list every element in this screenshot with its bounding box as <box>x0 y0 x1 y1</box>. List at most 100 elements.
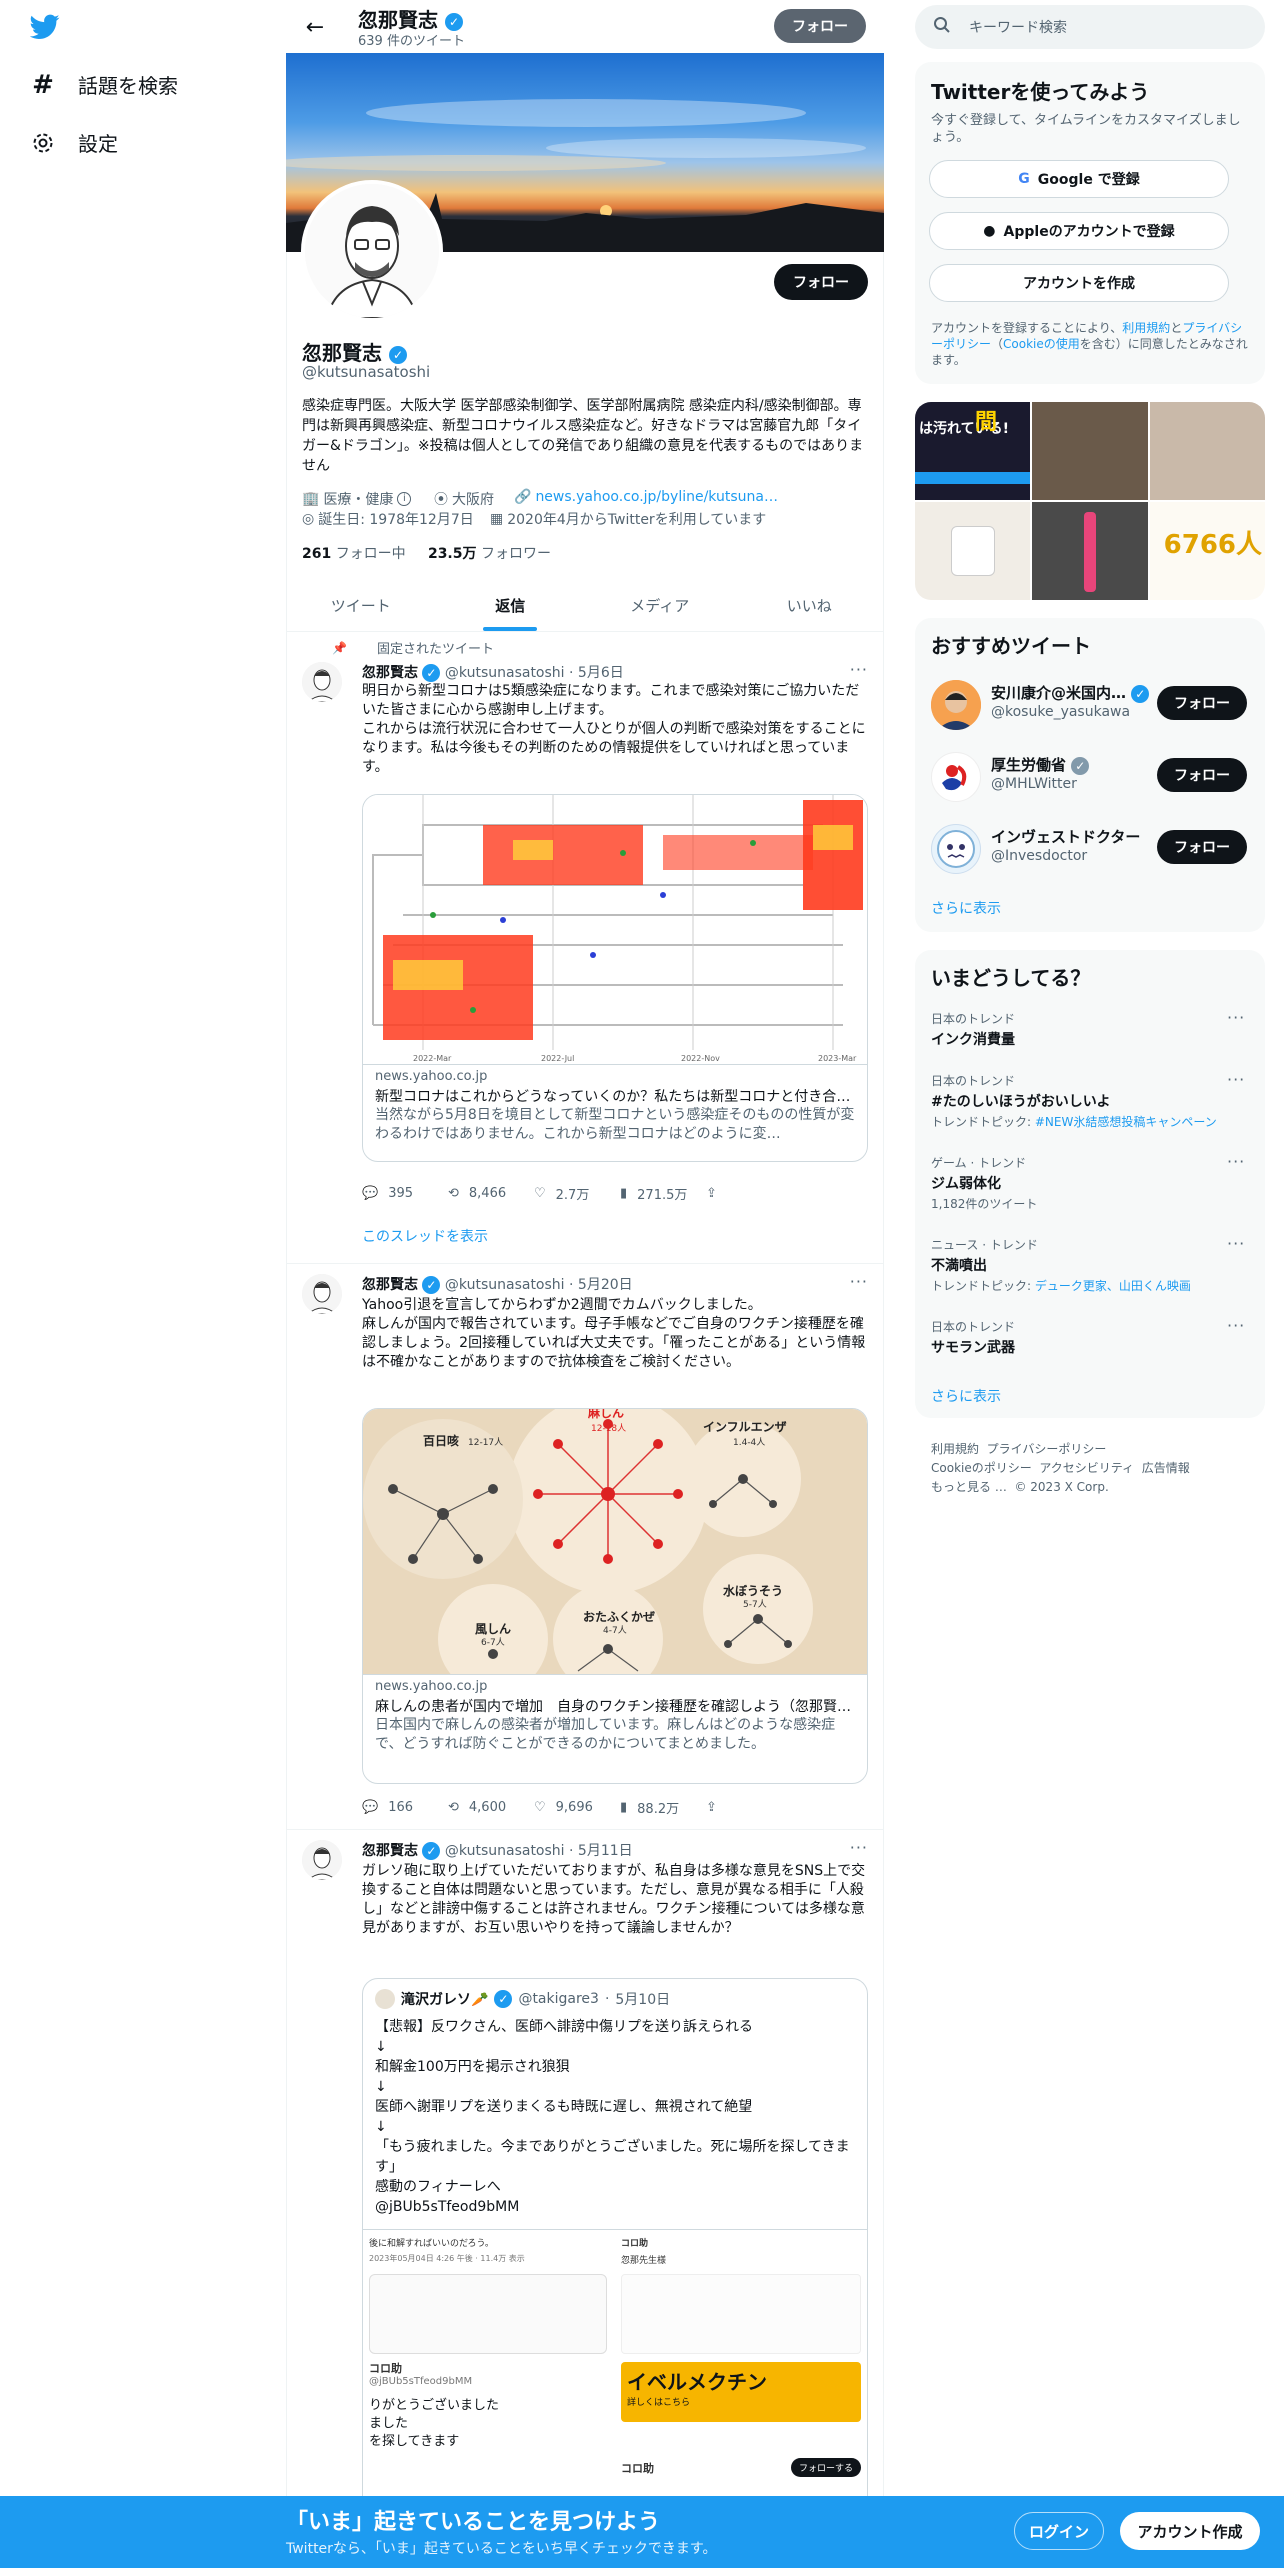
tab-likes[interactable]: いいね <box>735 580 885 631</box>
follow-stats: 261 フォロー中 23.5万 フォロワー <box>302 543 551 563</box>
tweet[interactable]: 忽那賢志 ✓ @kutsunasatoshi · 5月20日 ··· Yahoo… <box>286 1264 884 1830</box>
more-options-icon[interactable]: ··· <box>850 1838 868 1857</box>
views-button[interactable]: ▮ 88.2万 <box>620 1798 706 1817</box>
twitter-logo-icon[interactable] <box>30 14 60 40</box>
quote-image-left[interactable]: 後に和解すればいいのだろう。 2023年05月04日 4:26 午後 · 11.… <box>363 2230 615 2517</box>
reply-button[interactable]: 💬 166 <box>362 1798 448 1817</box>
terms-link[interactable]: 利用規約 <box>1122 321 1170 335</box>
show-more-link[interactable]: さらに表示 <box>931 898 1001 918</box>
label-pertussis: 百日咳 <box>423 1433 459 1448</box>
media-thumb-2[interactable] <box>1032 402 1148 500</box>
trend-item[interactable]: ニュース · トレンド 不満噴出 トレンドトピック: デューク更家、山田くん映画 <box>931 1236 1251 1294</box>
google-signup-button[interactable]: G Google で登録 <box>929 160 1229 198</box>
views-button[interactable]: ▮ 271.5万 <box>620 1184 706 1203</box>
show-thread-link[interactable]: このスレッドを表示 <box>362 1226 488 1246</box>
quote-tweet[interactable]: 滝沢ガレソ🥕 ✓ @takigare3 · 5月10日 【悲報】反ワクさん、医師へ誹謗… <box>362 1978 868 2518</box>
nav-settings-label: 設定 <box>78 132 118 156</box>
label-pertussis-n: 12-17人 <box>468 1437 503 1448</box>
tweet-actions: 💬 395 ⟲ 8,466 ♡ 2.7万 ▮ 271.5万 ⇪ <box>362 1184 792 1203</box>
cookie-link[interactable]: Cookieの使用 <box>1003 337 1080 351</box>
more-options-icon[interactable]: ··· <box>1227 1152 1245 1171</box>
trends-panel: いまどうしてる？ 日本のトレンド インク消費量 ··· 日本のトレンド #たのし… <box>915 950 1265 1418</box>
nav-settings[interactable]: 設定 <box>30 128 118 157</box>
trend-item[interactable]: 日本のトレンド サモラン武器 <box>931 1318 1251 1357</box>
trend-item[interactable]: 日本のトレンド インク消費量 <box>931 1010 1251 1049</box>
retweet-button[interactable]: ⟲ 8,466 <box>448 1184 534 1203</box>
media-thumb-3[interactable] <box>1149 402 1265 500</box>
card-domain: news.yahoo.co.jp <box>375 1679 488 1694</box>
card-title: 麻しんの患者が国内で増加 自身のワクチン接種歴を確認しよう（忽那賢志） <box>375 1699 865 1715</box>
media-thumb-4[interactable] <box>915 502 1031 600</box>
quote-image-right[interactable]: コロ助 忽那先生様 イベルメクチン 詳しくはこちら フォローする コロ助 <box>615 2230 867 2517</box>
profile-birthday: ◎ 誕生日: 1978年12月7日 <box>302 511 474 528</box>
footer-cookie[interactable]: Cookieのポリシー <box>931 1461 1032 1475</box>
show-more-link[interactable]: さらに表示 <box>931 1386 1001 1406</box>
like-button[interactable]: ♡ 9,696 <box>534 1798 620 1817</box>
profile-website[interactable]: 🔗 news.yahoo.co.jp/byline/kutsuna… <box>514 489 778 505</box>
more-options-icon[interactable]: ··· <box>1227 1234 1245 1253</box>
tweet-avatar[interactable] <box>302 1274 342 1314</box>
like-button[interactable]: ♡ 2.7万 <box>534 1184 620 1203</box>
more-options-icon[interactable]: ··· <box>850 1272 868 1291</box>
bottom-subtitle: Twitterなら、「いま」起きていることをいち早くチェックできます。 <box>286 2541 717 2557</box>
link-card[interactable]: 麻しん 百日咳 インフルエンザ 水ぼうそう 風しん おたふくかぜ 12-18人 … <box>362 1408 868 1784</box>
user-avatar[interactable] <box>931 824 981 874</box>
tweet-avatar[interactable] <box>302 662 342 702</box>
more-options-icon[interactable]: ··· <box>1227 1316 1245 1335</box>
tab-replies[interactable]: 返信 <box>436 580 586 631</box>
footer-terms[interactable]: 利用規約 <box>931 1442 979 1456</box>
apple-icon: ● <box>983 223 996 239</box>
label-chickenpox: 水ぼうそう <box>723 1583 783 1598</box>
footer-ads[interactable]: 広告情報 <box>1142 1461 1190 1475</box>
trend-item[interactable]: 日本のトレンド #たのしいほうがおいしいよ トレンドトピック: #NEW氷結感想… <box>931 1072 1251 1130</box>
media-thumb-5[interactable] <box>1032 502 1148 600</box>
nav-explore[interactable]: # 話題を検索 <box>30 70 178 100</box>
more-options-icon[interactable]: ··· <box>1227 1008 1245 1027</box>
signup-button[interactable]: アカウント作成 <box>1120 2512 1260 2550</box>
create-account-button[interactable]: アカウントを作成 <box>929 264 1229 302</box>
profile-follow-button[interactable]: フォロー <box>774 264 868 300</box>
info-icon[interactable]: i <box>397 492 412 506</box>
link-card[interactable]: 2022-Mar 2022-Jul 2022-Nov 2023-Mar news… <box>362 794 868 1162</box>
followers-link[interactable]: 23.5万 フォロワー <box>428 546 551 562</box>
reply-button[interactable]: 💬 395 <box>362 1184 448 1203</box>
user-name: 安川康介@米国内… ✓ <box>991 682 1150 703</box>
follow-button[interactable]: フォロー <box>1157 830 1247 864</box>
tweet-pinned[interactable]: 📌 固定されたツイート 忽那賢志 ✓ @kutsunasatoshi · 5月6日… <box>286 632 884 1264</box>
apple-signup-button[interactable]: ● Appleのアカウントで登録 <box>929 212 1229 250</box>
media-thumb-6[interactable]: 6766人 <box>1149 502 1265 600</box>
following-link[interactable]: 261 フォロー中 <box>302 546 406 562</box>
profile-tabs: ツイート 返信 メディア いいね <box>286 580 884 632</box>
profile-joined: ▦ 2020年4月からTwitterを利用しています <box>490 511 767 528</box>
search-placeholder: キーワード検索 <box>969 20 1067 36</box>
user-handle: @Invesdoctor <box>991 848 1088 864</box>
user-avatar[interactable] <box>931 752 981 802</box>
follow-button[interactable]: フォロー <box>1157 686 1247 720</box>
share-button[interactable]: ⇪ <box>706 1184 792 1203</box>
share-button[interactable]: ⇪ <box>706 1798 792 1817</box>
profile-avatar[interactable] <box>301 180 443 322</box>
footer-accessibility[interactable]: アクセシビリティ <box>1039 1461 1134 1475</box>
tweet-text: 明日から新型コロナは5類感染症になります。これまで感染対策にご協力いただいた皆さ… <box>362 683 866 775</box>
tab-tweets[interactable]: ツイート <box>286 580 436 631</box>
bottom-title: 「いま」起きていることを見つけよう <box>286 2510 661 2535</box>
footer-privacy[interactable]: プライバシーポリシー <box>987 1442 1107 1456</box>
tweet-avatar[interactable] <box>302 1840 342 1880</box>
back-arrow-icon[interactable]: ← <box>298 10 332 44</box>
media-thumb-1[interactable]: は汚れている! 間 <box>915 402 1031 500</box>
reply-icon: 💬 <box>362 1186 379 1201</box>
pinned-label: 📌 固定されたツイート <box>332 640 494 658</box>
more-options-icon[interactable]: ··· <box>850 660 868 679</box>
header-follow-button[interactable]: フォロー <box>774 9 866 43</box>
user-avatar[interactable] <box>931 680 981 730</box>
footer-more[interactable]: もっと見る … <box>931 1480 1007 1494</box>
login-button[interactable]: ログイン <box>1014 2512 1104 2550</box>
more-options-icon[interactable]: ··· <box>1227 1070 1245 1089</box>
trend-item[interactable]: ゲーム · トレンド ジム弱体化 1,182件のツイート <box>931 1154 1251 1212</box>
tab-media[interactable]: メディア <box>585 580 735 631</box>
tweet-header: 忽那賢志 ✓ @kutsunasatoshi · 5月11日 <box>362 1842 633 1860</box>
follow-button[interactable]: フォロー <box>1157 758 1247 792</box>
search-box[interactable]: キーワード検索 <box>915 5 1265 49</box>
tweet[interactable]: 忽那賢志 ✓ @kutsunasatoshi · 5月11日 ··· ガレソ砲に… <box>286 1830 884 2518</box>
retweet-button[interactable]: ⟲ 4,600 <box>448 1798 534 1817</box>
